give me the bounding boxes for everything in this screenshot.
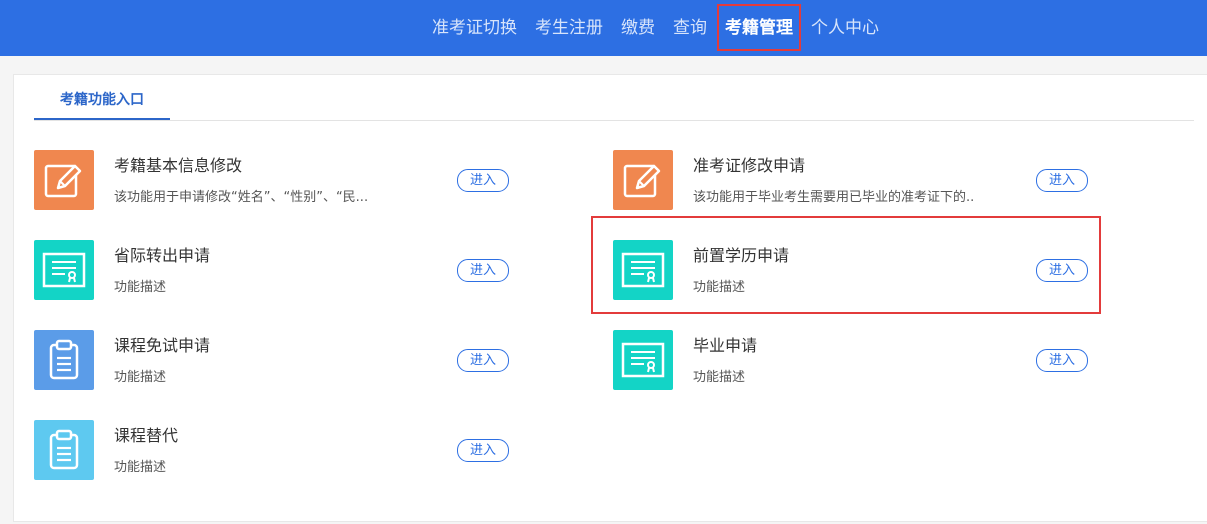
nav-candidate-registration[interactable]: 考生注册: [526, 0, 612, 56]
pencil-edit-icon[interactable]: [613, 150, 673, 210]
item-title: 毕业申请: [693, 336, 758, 355]
enter-button[interactable]: 进入: [457, 349, 509, 372]
enter-button[interactable]: 进入: [457, 439, 509, 462]
item-desc: 功能描述: [693, 280, 746, 295]
function-item-prior-education: 前置学历申请 功能描述 进入: [613, 240, 1093, 302]
item-title: 课程免试申请: [114, 336, 211, 355]
certificate-icon[interactable]: [613, 240, 673, 300]
item-desc: 该功能用于毕业考生需要用已毕业的准考证下的...: [693, 190, 973, 205]
pencil-edit-icon[interactable]: [34, 150, 94, 210]
nav-personal-center[interactable]: 个人中心: [802, 0, 888, 56]
certificate-icon[interactable]: [34, 240, 94, 300]
item-desc: 功能描述: [114, 280, 167, 295]
item-desc: 该功能用于申请修改“姓名”、“性别”、“民...: [114, 190, 369, 205]
nav-enrollment-management[interactable]: 考籍管理: [716, 0, 802, 56]
enter-button[interactable]: 进入: [1036, 259, 1088, 282]
tab-enrollment-functions[interactable]: 考籍功能入口: [34, 87, 170, 120]
function-item-basic-info-edit: 考籍基本信息修改 该功能用于申请修改“姓名”、“性别”、“民... 进入: [34, 150, 514, 212]
item-desc: 功能描述: [693, 370, 746, 385]
function-item-admission-ticket-edit: 准考证修改申请 该功能用于毕业考生需要用已毕业的准考证下的... 进入: [613, 150, 1093, 212]
nav-admission-ticket-switch[interactable]: 准考证切换: [423, 0, 526, 56]
enter-button[interactable]: 进入: [1036, 349, 1088, 372]
item-title: 考籍基本信息修改: [114, 156, 243, 175]
item-title: 前置学历申请: [693, 246, 790, 265]
enter-button[interactable]: 进入: [457, 169, 509, 192]
function-item-interprovincial-transfer: 省际转出申请 功能描述 进入: [34, 240, 514, 302]
clipboard-icon[interactable]: [34, 420, 94, 480]
item-title: 省际转出申请: [114, 246, 211, 265]
item-desc: 功能描述: [114, 460, 167, 475]
main-nav: 准考证切换 考生注册 缴费 查询 考籍管理 个人中心: [423, 0, 888, 56]
nav-payment[interactable]: 缴费: [612, 0, 664, 56]
function-item-course-exemption: 课程免试申请 功能描述 进入: [34, 330, 514, 392]
nav-query[interactable]: 查询: [664, 0, 716, 56]
certificate-icon[interactable]: [613, 330, 673, 390]
function-item-course-substitution: 课程替代 功能描述 进入: [34, 420, 514, 482]
item-desc: 功能描述: [114, 370, 167, 385]
function-item-graduation: 毕业申请 功能描述 进入: [613, 330, 1093, 392]
enter-button[interactable]: 进入: [457, 259, 509, 282]
top-navbar: 准考证切换 考生注册 缴费 查询 考籍管理 个人中心: [0, 0, 1207, 56]
enter-button[interactable]: 进入: [1036, 169, 1088, 192]
clipboard-icon[interactable]: [34, 330, 94, 390]
item-title: 课程替代: [114, 426, 179, 445]
tab-bar: 考籍功能入口: [34, 87, 1194, 121]
item-title: 准考证修改申请: [693, 156, 806, 175]
